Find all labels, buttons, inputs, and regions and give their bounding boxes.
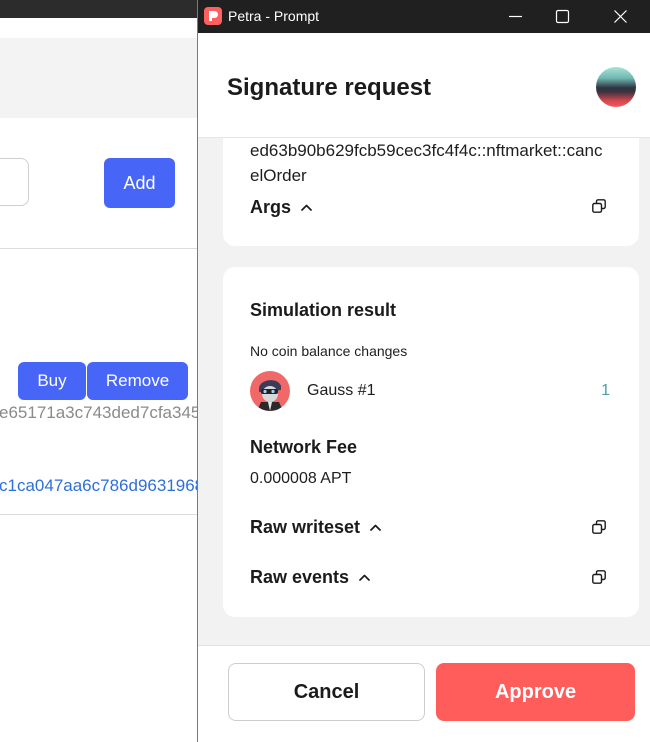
- nft-amount: 1: [601, 382, 610, 399]
- prompt-body: ed63b90b629fcb59cec3fc4f4c::nftmarket::c…: [198, 138, 650, 645]
- petra-logo-icon: [204, 7, 222, 25]
- copy-icon[interactable]: [592, 570, 606, 584]
- raw-events-toggle[interactable]: Raw events: [250, 566, 370, 588]
- nft-avatar: [250, 371, 290, 411]
- close-icon[interactable]: [613, 9, 628, 24]
- raw-events-label: Raw events: [250, 566, 350, 587]
- prompt-header: Signature request: [198, 33, 650, 138]
- page-title: Signature request: [227, 74, 432, 101]
- prompt-footer: Cancel Approve: [198, 645, 650, 742]
- function-card: ed63b90b629fcb59cec3fc4f4c::nftmarket::c…: [223, 138, 639, 246]
- simulation-title: Simulation result: [250, 300, 397, 320]
- function-id: ed63b90b629fcb59cec3fc4f4c::nftmarket::c…: [250, 141, 603, 185]
- network-fee-value: 0.000008 APT: [250, 470, 352, 487]
- copy-icon[interactable]: [592, 199, 606, 213]
- approve-button[interactable]: Approve: [436, 663, 635, 721]
- chevron-up-icon[interactable]: [370, 524, 381, 531]
- maximize-icon[interactable]: [555, 9, 570, 24]
- text-input[interactable]: [0, 158, 29, 206]
- raw-writeset-toggle[interactable]: Raw writeset: [250, 516, 381, 538]
- minimize-icon[interactable]: [508, 9, 523, 24]
- balance-changes-note: No coin balance changes: [250, 343, 408, 359]
- network-fee-label: Network Fee: [250, 437, 358, 457]
- raw-writeset-label: Raw writeset: [250, 516, 361, 537]
- remove-button[interactable]: Remove: [87, 362, 188, 400]
- copy-icon[interactable]: [592, 520, 606, 534]
- buy-button[interactable]: Buy: [18, 362, 86, 400]
- args-label: Args: [250, 196, 292, 217]
- listing-hash-text: e65171a3c743ded7cfa345: [0, 403, 201, 422]
- window-title: Petra - Prompt: [228, 8, 320, 24]
- nft-image: [250, 371, 290, 411]
- chevron-up-icon[interactable]: [359, 574, 370, 581]
- add-button[interactable]: Add: [104, 158, 175, 208]
- simulation-card: Simulation result No coin balance change…: [223, 267, 639, 617]
- account-avatar: [596, 67, 636, 107]
- nft-name: Gauss #1: [307, 382, 376, 399]
- petra-prompt-window: Petra - Prompt Signature request ed63b90…: [197, 0, 650, 742]
- cancel-button[interactable]: Cancel: [228, 663, 425, 721]
- screen: Add Buy Remove e65171a3c743ded7cfa345 c1…: [0, 0, 650, 742]
- window-title-bar: Petra - Prompt: [198, 0, 650, 33]
- listing-link[interactable]: c1ca047aa6c786d9631968: [0, 476, 204, 496]
- chevron-up-icon[interactable]: [301, 204, 312, 211]
- args-toggle[interactable]: Args: [250, 196, 312, 218]
